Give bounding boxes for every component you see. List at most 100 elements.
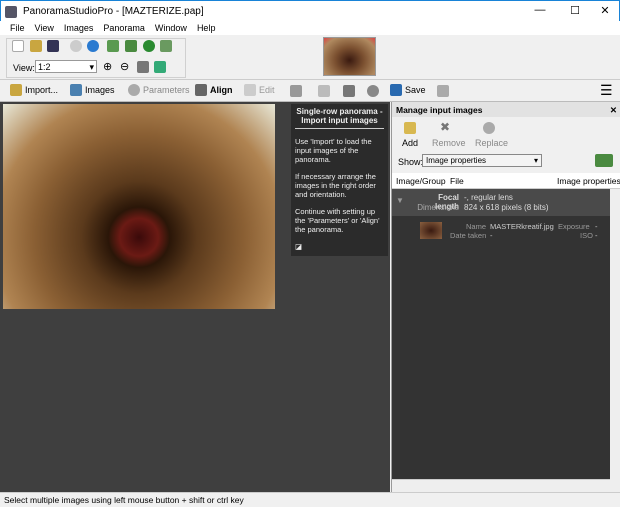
name-value: MASTERkreatif.jpg (490, 222, 554, 231)
view-zoom-select[interactable]: 1:2 ▾ (35, 60, 97, 73)
focal-length-value: -, regular lens (464, 193, 513, 202)
export-icon[interactable] (318, 85, 330, 97)
zoom-out-icon[interactable]: ⊖ (120, 60, 129, 73)
menu-file[interactable]: File (10, 23, 25, 33)
horizontal-scrollbar[interactable] (392, 479, 610, 492)
image-list: ▼ Focal length -, regular lens Dimension… (392, 189, 610, 479)
save-as-icon[interactable] (343, 85, 355, 97)
import-label: Import... (25, 85, 59, 95)
remove-button[interactable]: Remove (432, 138, 466, 148)
show-label: Show: (398, 157, 424, 167)
align-button[interactable]: Align (195, 84, 233, 96)
date-taken-label: Date taken (450, 231, 487, 240)
iso-value: - (595, 231, 598, 240)
help-text-1: Use 'Import' to load the input images of… (295, 137, 372, 164)
view-zoom-value: 1:2 (38, 62, 51, 72)
col-file[interactable]: File (450, 176, 464, 186)
add-button[interactable]: Add (402, 138, 418, 148)
align-label: Align (210, 85, 233, 95)
column-headers: Image/Group File Image properties (392, 173, 620, 189)
save-button[interactable]: Save (390, 84, 426, 96)
panel-title: Manage input images (396, 105, 483, 115)
image-group[interactable]: ▼ Focal length -, regular lens Dimension… (392, 189, 610, 216)
open-icon[interactable] (30, 40, 42, 52)
help-text-3: Continue with setting up the 'Parameters… (295, 207, 380, 234)
remove-icon[interactable]: ✖ (440, 120, 450, 134)
help-icon[interactable] (87, 40, 99, 52)
title-bar: PanoramaStudioPro - [MAZTERIZE.pap] — ☐ … (0, 0, 620, 22)
save-icon[interactable] (47, 40, 59, 52)
col-image-properties[interactable]: Image properties (557, 176, 620, 186)
view-mode-icon[interactable] (595, 154, 613, 167)
input-image-preview[interactable] (3, 104, 275, 309)
close-button[interactable]: ✕ (591, 4, 619, 20)
collapse-icon[interactable]: ◪ (295, 242, 302, 251)
image-row[interactable]: Name MASTERkreatif.jpg Date taken - Expo… (418, 219, 608, 243)
panel-close-icon[interactable]: ✕ (610, 105, 617, 116)
parameters-label: Parameters (143, 85, 190, 95)
images-label: Images (85, 85, 115, 95)
show-value: Image properties (426, 156, 487, 165)
image-workspace[interactable]: Single-row panorama - Import input image… (0, 102, 390, 492)
add-icon[interactable] (404, 122, 416, 134)
main-toolbar: View: 1:2 ▾ ⊕ ⊖ (0, 35, 620, 80)
print-icon[interactable] (437, 85, 449, 97)
save-label: Save (405, 85, 426, 95)
status-bar: Select multiple images using left mouse … (0, 492, 620, 507)
menu-window[interactable]: Window (155, 23, 187, 33)
parameters-icon (128, 84, 140, 96)
save-icon (390, 84, 402, 96)
zoom-in-icon[interactable]: ⊕ (103, 60, 112, 73)
show-select[interactable]: Image properties ▾ (422, 154, 542, 167)
zoom-fit-icon[interactable] (137, 61, 149, 73)
preview-thumbnail[interactable] (323, 37, 376, 76)
edit-icon (244, 84, 256, 96)
rotate-left-icon[interactable] (125, 40, 137, 52)
rotate-right-icon[interactable] (143, 40, 155, 52)
workflow-toolbar: Import... Images Parameters Align Edit S… (0, 80, 620, 102)
images-button[interactable]: Images (70, 84, 115, 96)
help-panel: Single-row panorama - Import input image… (291, 104, 388, 256)
edit-label: Edit (259, 85, 275, 95)
app-icon (5, 6, 17, 18)
minimize-button[interactable]: — (526, 4, 554, 20)
image-thumbnail (420, 222, 442, 239)
crop-icon[interactable] (290, 85, 302, 97)
replace-icon[interactable] (483, 122, 495, 134)
hamburger-menu-icon[interactable]: ☰ (600, 82, 613, 99)
flip-icon[interactable] (160, 40, 172, 52)
expand-arrow-icon[interactable]: ▼ (396, 196, 404, 205)
iso-label: ISO (580, 231, 593, 240)
exposure-label: Exposure (558, 222, 590, 231)
menu-panorama[interactable]: Panorama (103, 23, 145, 33)
menu-view[interactable]: View (35, 23, 54, 33)
parameters-button[interactable]: Parameters (128, 84, 190, 96)
image-icon[interactable] (107, 40, 119, 52)
import-icon (10, 84, 22, 96)
render-icon[interactable] (367, 85, 379, 97)
dimensions-value: 824 x 618 pixels (8 bits) (464, 203, 549, 212)
new-icon[interactable] (12, 40, 24, 52)
panel-header: Manage input images ✕ (392, 102, 620, 117)
maximize-button[interactable]: ☐ (561, 4, 589, 20)
help-title: Single-row panorama - Import input image… (295, 107, 384, 129)
menu-images[interactable]: Images (64, 23, 94, 33)
exposure-value: - (595, 222, 598, 231)
images-icon (70, 84, 82, 96)
replace-button[interactable]: Replace (475, 138, 508, 148)
manage-images-panel: Manage input images ✕ Add ✖ Remove Replac… (391, 102, 620, 492)
dimensions-label: Dimensions (417, 203, 459, 212)
edit-button[interactable]: Edit (244, 84, 275, 96)
import-button[interactable]: Import... (10, 84, 58, 96)
date-taken-value: - (490, 231, 493, 240)
menu-bar: File View Images Panorama Window Help (0, 21, 620, 35)
col-image-group[interactable]: Image/Group (396, 176, 446, 186)
vertical-scrollbar[interactable] (610, 189, 620, 492)
zoom-actual-icon[interactable] (154, 61, 166, 73)
help-text-2: If necessary arrange the images in the r… (295, 172, 376, 199)
info-icon[interactable] (70, 40, 82, 52)
menu-help[interactable]: Help (197, 23, 216, 33)
name-label: Name (465, 222, 486, 231)
align-icon (195, 84, 207, 96)
window-title: PanoramaStudioPro - [MAZTERIZE.pap] (23, 6, 204, 17)
